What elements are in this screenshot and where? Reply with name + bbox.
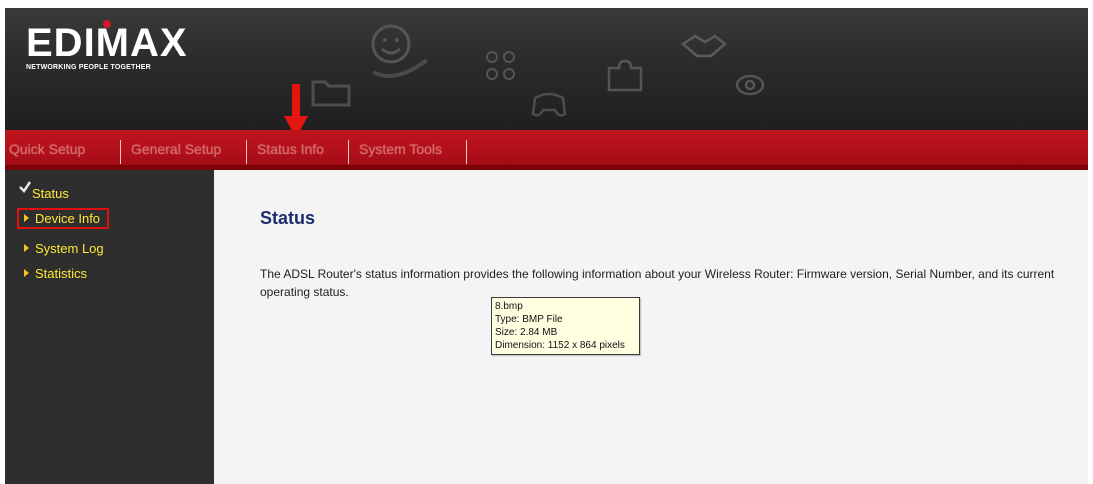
sidebar-item-system-log[interactable]: System Log — [24, 241, 104, 256]
tooltip-type: Type: BMP File — [495, 314, 563, 325]
nav-separator — [246, 140, 247, 164]
nav-general-setup[interactable]: General Setup — [131, 141, 221, 157]
sidebar-item-statistics[interactable]: Statistics — [24, 266, 87, 281]
logo-tagline: NETWORKING PEOPLE TOGETHER — [26, 64, 151, 71]
handshake-icon — [681, 34, 727, 58]
main-content — [214, 170, 1088, 484]
molecule-icon — [486, 51, 515, 80]
logo-wordmark: EDIMAX — [26, 21, 188, 65]
nav-quick-setup[interactable]: Quick Setup — [9, 141, 85, 157]
status-description: The ADSL Router's status information pro… — [260, 267, 1055, 299]
page-title: Status — [260, 208, 316, 228]
smiley-hand-icon — [371, 24, 429, 78]
nav-separator — [120, 140, 121, 164]
nav-status-info[interactable]: Status Info — [257, 141, 324, 157]
puzzle-icon — [607, 59, 643, 92]
gamepad-icon — [531, 92, 567, 117]
sidebar-item-label: System Log — [35, 241, 104, 256]
bullet-triangle-icon — [24, 214, 29, 222]
nav-separator — [466, 140, 467, 164]
edimax-logo: EDIMAX NETWORKING PEOPLE TOGETHER — [26, 20, 188, 71]
nav-separator — [348, 140, 349, 164]
file-info-tooltip: 8.bmp Type: BMP File Size: 2.84 MB Dimen… — [491, 297, 640, 355]
tooltip-size: Size: 2.84 MB — [495, 327, 558, 338]
sidebar-item-label: Device Info — [35, 211, 101, 226]
folder-icon — [311, 80, 351, 107]
checkmark-icon — [19, 181, 32, 193]
logo-dot — [103, 20, 111, 28]
sidebar-item-label: Statistics — [35, 266, 88, 281]
sidebar-section-status[interactable]: Status — [32, 186, 69, 201]
nav-system-tools[interactable]: System Tools — [359, 141, 442, 157]
sidebar-item-device-info[interactable]: Device Info — [17, 208, 110, 229]
eye-icon — [735, 74, 765, 96]
tooltip-dimension: Dimension: 1152 x 864 pixels — [495, 340, 625, 351]
bullet-triangle-icon — [24, 269, 29, 277]
router-admin-window: EDIMAX NETWORKING PEOPLE TOGETHER Quick — [5, 8, 1088, 484]
bullet-triangle-icon — [24, 244, 29, 252]
tooltip-filename: 8.bmp — [495, 301, 523, 312]
